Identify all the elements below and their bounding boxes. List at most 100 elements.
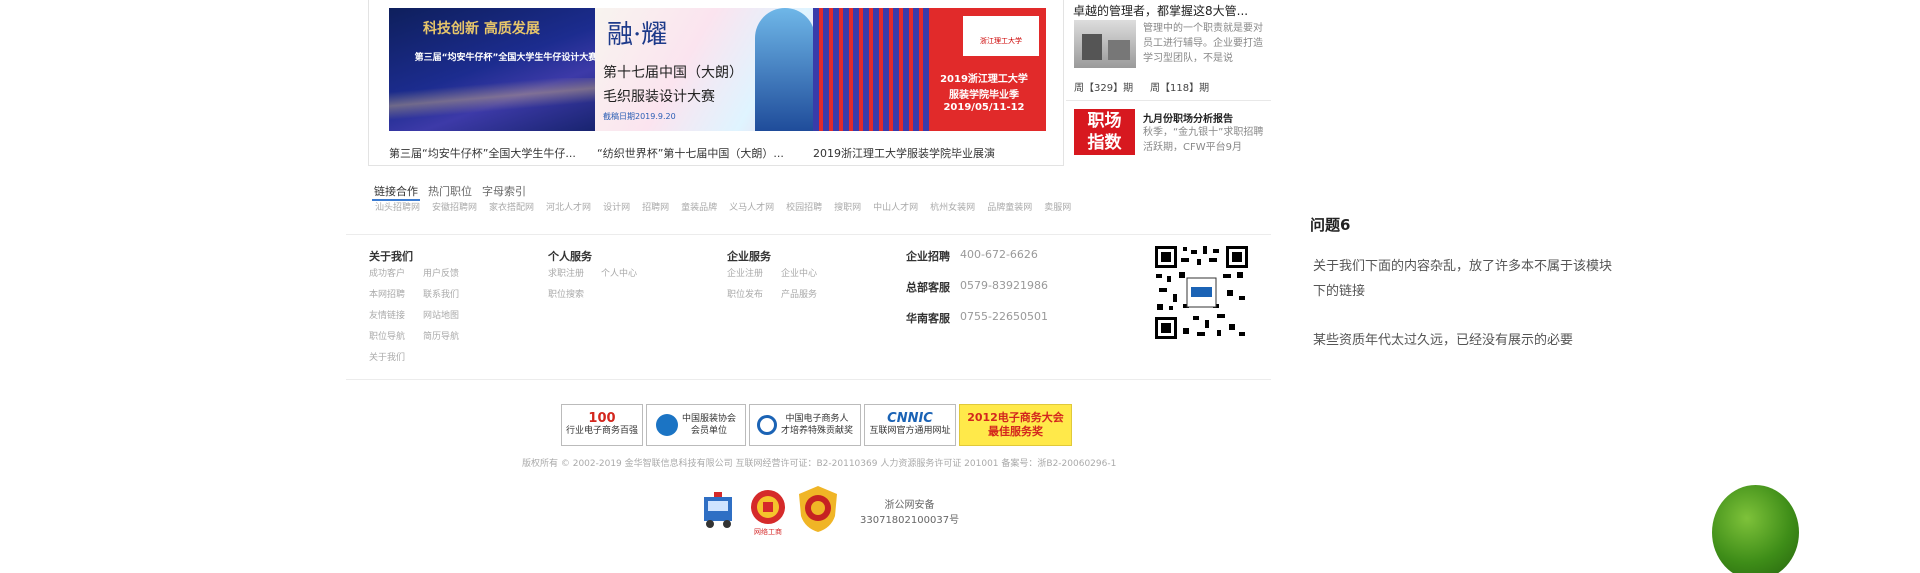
footer-link[interactable]: 简历导航 [423,329,459,342]
showcase-caption-3[interactable]: 2019浙江理工大学服装学院毕业展演 [813,145,1028,161]
friend-link[interactable]: 杭州女装网 [930,200,975,213]
business-license-label: 网络工商 [754,528,782,536]
phone-label-hq: 总部客服 [906,281,950,294]
tab-link-cooperation[interactable]: 链接合作 [372,183,420,201]
footer-link[interactable]: 企业注册 [727,266,763,279]
friend-link[interactable]: 校园招聘 [786,200,822,213]
police-badge-icon[interactable] [795,484,841,534]
footer-link[interactable]: 产品服务 [781,287,817,300]
badge-apparel-association[interactable]: 中国服装协会 会员单位 [646,404,746,446]
image-1-title: 第三届“均安牛仔杯”全国大学生牛仔设计大赛 [414,53,598,63]
image-2-subtitle: 毛织服装设计大赛 [603,89,715,105]
image-3-subtitle: 服装学院毕业季 [949,90,1019,101]
tab-alphabet-index[interactable]: 字母索引 [480,183,528,201]
workplace-index-logo-line2: 指数 [1087,133,1122,153]
tab-hot-jobs[interactable]: 热门职位 [426,183,474,201]
badge-award-line1: 2012电子商务大会 [967,411,1064,424]
sidebar-article-image[interactable] [1074,20,1136,68]
copyright-text: 版权所有 © 2002-2019 金华智联信息科技有限公司 互联网经营许可证：B… [522,459,1117,469]
image-2-logo: 融·耀 [607,20,668,50]
footer-link[interactable]: 求职注册 [548,266,584,279]
question-text-1: 关于我们下面的内容杂乱，放了许多本不属于该模块下的链接 [1313,259,1613,299]
sidebar-divider [1066,100,1271,101]
friend-link[interactable]: 汕头招聘网 [375,200,420,213]
showcase-caption-2[interactable]: “纺织世界杯”第十七届中国（大朗）... [597,145,812,161]
footer-col-personal-title: 个人服务 [548,250,592,263]
friend-link[interactable]: 设计网 [603,200,630,213]
friend-link[interactable]: 安徽招聘网 [432,200,477,213]
footer-link[interactable]: 企业中心 [781,266,817,279]
report-desc: 秋季，“金九银十”求职招聘活跃期，CFW平台9月 [1143,127,1264,153]
issue-link-329[interactable]: 周【329】期 [1074,79,1133,94]
phone-label-recruit: 企业招聘 [906,250,950,263]
badge-cnnic-text: 互联网官方通用网址 [869,426,951,436]
image-1-slogan: 科技创新 高质发展 [423,21,540,37]
showcase-image-3[interactable]: 浙江理工大学 2019浙江理工大学 服装学院毕业季 2019/05/11-12 [813,8,1046,131]
image-2-date: 截稿日期2019.9.20 [603,112,676,121]
friend-link[interactable]: 中山人才网 [873,200,918,213]
phone-number-south: 0755-22650501 [960,310,1048,323]
footer-link[interactable]: 职位导航 [369,329,405,342]
question-title: 问题6 [1310,216,1351,234]
friend-link[interactable]: 家衣搭配网 [489,200,534,213]
police-record[interactable]: 浙公网安备 33071802100037号 [860,498,959,528]
image-3-school: 浙江理工大学 [980,37,1022,45]
workplace-index-logo[interactable]: 职场 指数 [1074,109,1135,155]
friend-links: 汕头招聘网 安徽招聘网 家衣搭配网 河北人才网 设计网 招聘网 童装品牌 义马人… [375,200,1071,213]
police-car-icon[interactable] [700,489,737,531]
showcase-image-2[interactable]: 融·耀 第十七届中国（大朗） 毛织服装设计大赛 截稿日期2019.9.20 [595,8,828,131]
footer-link[interactable]: 职位发布 [727,287,763,300]
sidebar-article-title[interactable]: 卓越的管理者，都掌握这8大管... [1073,2,1269,19]
footer-top-divider [346,234,1271,235]
badge-talent-line2: 才培养特殊贡献奖 [780,426,853,436]
badge-apparel-line2: 会员单位 [690,426,727,436]
plant-decoration [1712,485,1799,573]
badge-top100-text: 行业电子商务百强 [565,426,638,436]
phone-label-south: 华南客服 [906,312,950,325]
badge-award-line2: 最佳服务奖 [988,425,1043,438]
badge-cnnic-logo: CNNIC [887,411,933,426]
footer-link[interactable]: 个人中心 [601,266,637,279]
link-tabs: 链接合作 热门职位 字母索引 [372,183,528,201]
footer-link[interactable]: 网站地图 [423,308,459,321]
footer-link[interactable]: 成功客户 [369,266,405,279]
badge-top100[interactable]: 100 行业电子商务百强 [561,404,643,446]
question-text-2: 某些资质年代太过久远，已经没有展示的必要 [1313,333,1574,348]
sidebar-article-desc: 管理中的一个职责就是要对员工进行辅导。企业要打造学习型团队，不是说 [1143,23,1263,64]
footer-link[interactable]: 联系我们 [423,287,459,300]
friend-link[interactable]: 招聘网 [642,200,669,213]
badge-cnnic[interactable]: CNNIC 互联网官方通用网址 [864,404,956,446]
phone-number-hq: 0579-83921986 [960,279,1048,292]
footer-col-enterprise-title: 企业服务 [727,250,771,263]
friend-link[interactable]: 卖服网 [1044,200,1071,213]
friend-link[interactable]: 河北人才网 [546,200,591,213]
issue-link-118[interactable]: 周【118】期 [1150,79,1209,94]
showcase-image-1[interactable]: 科技创新 高质发展 第三届“均安牛仔杯”全国大学生牛仔设计大赛 [389,8,622,131]
friend-link[interactable]: 品牌童装网 [987,200,1032,213]
badge-ecommerce-talent[interactable]: 中国电子商务人 才培养特殊贡献奖 [749,404,861,446]
badge-top100-mark: 100 [588,411,616,426]
phone-number-recruit: 400-672-6626 [960,248,1038,261]
qr-code [1153,244,1250,341]
footer-bottom-divider [346,379,1271,380]
showcase-caption-1[interactable]: 第三届“均安牛仔杯”全国大学生牛仔... [389,145,604,161]
footer-link[interactable]: 职位搜索 [548,287,584,300]
friend-link[interactable]: 童装品牌 [681,200,717,213]
image-2-title: 第十七届中国（大朗） [603,65,743,81]
business-license-icon[interactable]: 网络工商 [748,487,788,537]
report-title[interactable]: 九月份职场分析报告 [1143,110,1233,125]
footer-col-about-title: 关于我们 [369,250,413,263]
badge-2012-award[interactable]: 2012电子商务大会 最佳服务奖 [959,404,1072,446]
friend-link[interactable]: 义马人才网 [729,200,774,213]
police-record-number: 33071802100037号 [860,515,960,526]
image-3-title: 2019浙江理工大学 [940,74,1028,85]
footer-link[interactable]: 本网招聘 [369,287,405,300]
footer-link[interactable]: 关于我们 [369,350,405,363]
police-record-label: 浙公网安备 [884,500,935,511]
footer-link[interactable]: 用户反馈 [423,266,459,279]
badge-apparel-line1: 中国服装协会 [681,414,736,424]
footer-link[interactable]: 友情链接 [369,308,405,321]
image-3-date: 2019/05/11-12 [943,102,1025,113]
workplace-index-logo-line1: 职场 [1087,111,1122,131]
friend-link[interactable]: 搜职网 [834,200,861,213]
